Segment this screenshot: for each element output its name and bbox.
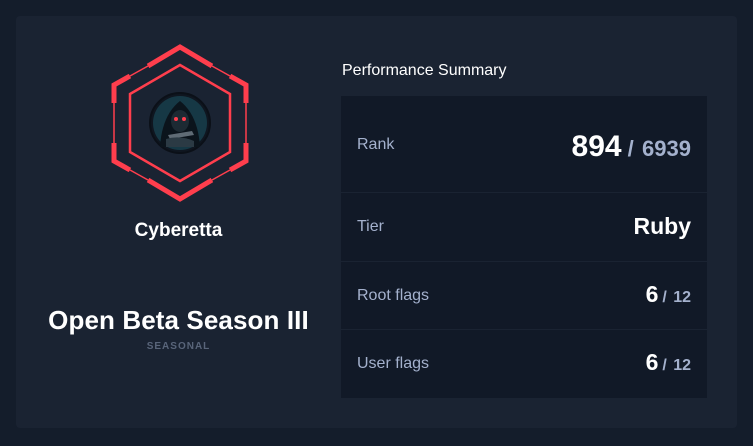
root-flags-count: 6	[645, 281, 659, 307]
rank-number: 894	[571, 130, 622, 163]
root-flags-label: Root flags	[357, 287, 430, 304]
rank-total: 6939	[642, 136, 691, 161]
rank-separator: /	[627, 136, 634, 161]
rank-value: 894/ 6939	[572, 130, 691, 164]
user-flags-label: User flags	[357, 355, 430, 372]
username: Cyberetta	[134, 220, 223, 241]
root-flags-separator: /	[662, 289, 667, 306]
ruby-hexagon-badge-icon	[108, 43, 252, 203]
user-flags-count: 6	[645, 349, 659, 375]
tier-label: Tier	[357, 218, 384, 235]
performance-summary-table: Rank 894/ 6939 Tier Ruby Root flags 6/ 1…	[341, 96, 707, 398]
user-flags-separator: /	[662, 357, 667, 374]
root-flags-total: 12	[673, 289, 691, 306]
user-flags-value: 6/ 12	[646, 349, 691, 376]
season-card: Cyberetta Open Beta Season III SEASONAL …	[16, 16, 737, 428]
root-flags-value: 6/ 12	[646, 281, 691, 308]
profile-panel: Cyberetta Open Beta Season III SEASONAL	[16, 16, 341, 428]
root-flags-row: Root flags 6/ 12	[341, 262, 707, 330]
rank-row: Rank 894/ 6939	[341, 96, 707, 193]
user-flags-total: 12	[673, 357, 691, 374]
rank-label: Rank	[357, 136, 395, 153]
performance-summary-title: Performance Summary	[342, 62, 507, 79]
season-name: Open Beta Season III	[48, 305, 309, 335]
tier-value: Ruby	[633, 213, 692, 239]
tier-row: Tier Ruby	[341, 193, 707, 262]
season-type-label: SEASONAL	[146, 341, 211, 352]
user-flags-row: User flags 6/ 12	[341, 330, 707, 398]
